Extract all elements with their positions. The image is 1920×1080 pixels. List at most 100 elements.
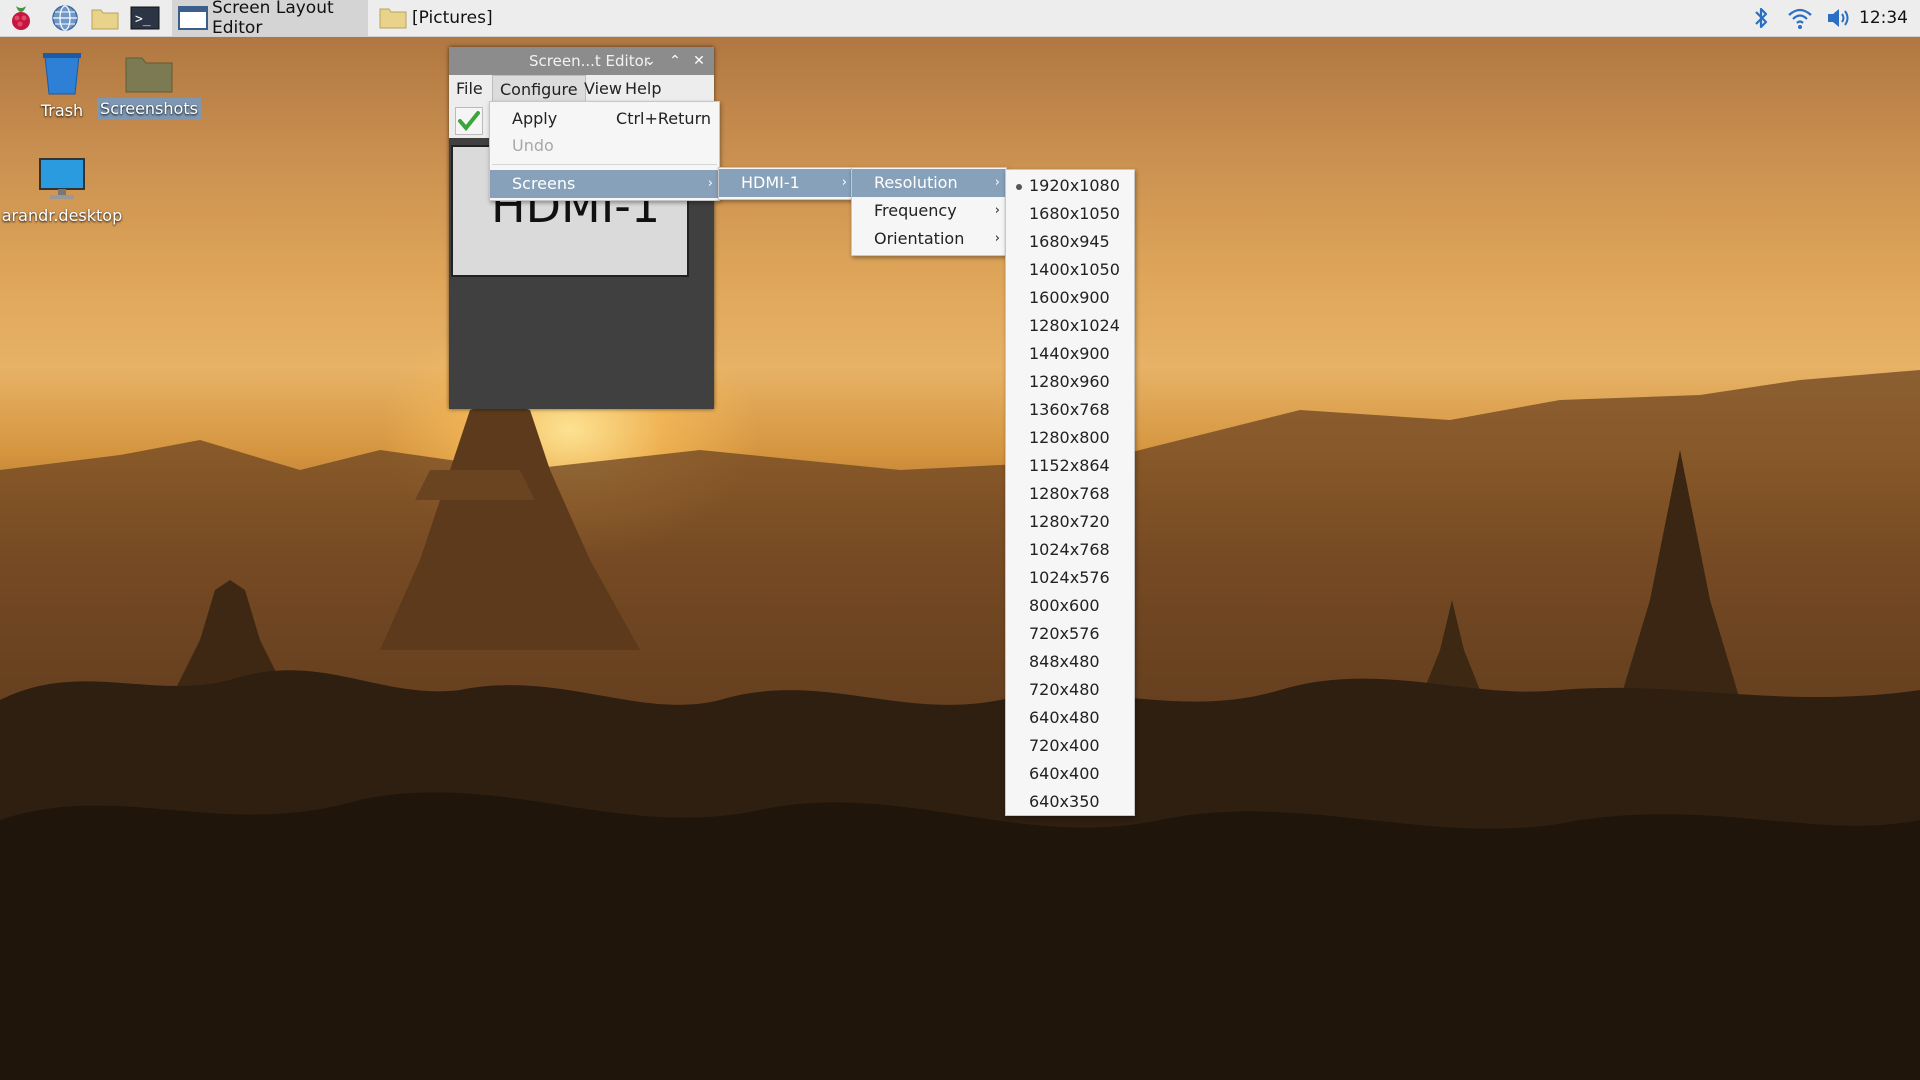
menu-item-frequency[interactable]: Frequency ›	[852, 197, 1006, 225]
file-manager-icon[interactable]	[90, 3, 120, 33]
resolution-option[interactable]: 848x480	[1006, 648, 1134, 676]
task-pictures[interactable]: [Pictures]	[372, 0, 572, 36]
configure-menu: Apply Ctrl+Return Undo Screens ›	[489, 101, 720, 201]
menubar: File Configure View Help	[449, 75, 714, 103]
desktop-wallpaper	[0, 0, 1920, 1080]
task-label: Screen Layout Editor	[212, 0, 334, 38]
screens-submenu: HDMI-1 ›	[718, 167, 854, 200]
chevron-right-icon: ›	[994, 231, 1000, 246]
resolution-label: 1280x960	[1029, 372, 1110, 391]
resolution-label: 1400x1050	[1029, 260, 1120, 279]
resolution-option[interactable]: 720x576	[1006, 620, 1134, 648]
resolution-label: 1440x900	[1029, 344, 1110, 363]
resolution-option[interactable]: 1440x900	[1006, 340, 1134, 368]
resolution-option[interactable]: 640x400	[1006, 760, 1134, 788]
close-icon[interactable]: ✕	[689, 51, 709, 71]
desktop-icon-label: Trash	[40, 101, 84, 120]
task-label: [Pictures]	[412, 8, 493, 28]
resolution-label: 1680x1050	[1029, 204, 1120, 223]
menu-item-orientation[interactable]: Orientation ›	[852, 225, 1006, 253]
terminal-icon[interactable]: >_	[130, 3, 160, 33]
menu-item-undo[interactable]: Undo	[490, 132, 719, 160]
raspberry-menu-icon[interactable]	[6, 3, 36, 33]
resolution-label: 640x480	[1029, 708, 1100, 727]
resolution-option[interactable]: 1024x576	[1006, 564, 1134, 592]
resolution-label: 1680x945	[1029, 232, 1110, 251]
window-title: Screen...t Editor	[529, 52, 650, 70]
resolution-label: 720x400	[1029, 736, 1100, 755]
resolution-option[interactable]: 1680x1050	[1006, 200, 1134, 228]
chevron-right-icon: ›	[707, 176, 713, 191]
resolution-option[interactable]: 1920x1080	[1006, 172, 1134, 200]
window-icon	[178, 4, 208, 32]
resolution-label: 800x600	[1029, 596, 1100, 615]
menu-configure[interactable]: Configure	[492, 75, 586, 103]
resolution-option[interactable]: 1024x768	[1006, 536, 1134, 564]
resolution-label: 1600x900	[1029, 288, 1110, 307]
resolution-option[interactable]: 1280x720	[1006, 508, 1134, 536]
landscape-silhouette	[0, 370, 1920, 1080]
chevron-right-icon: ›	[994, 175, 1000, 190]
trash-icon	[43, 53, 81, 95]
resolution-option[interactable]: 720x480	[1006, 676, 1134, 704]
resolution-option[interactable]: 640x480	[1006, 704, 1134, 732]
svg-text:>_: >_	[135, 12, 151, 27]
menu-item-resolution[interactable]: Resolution ›	[852, 169, 1006, 197]
menu-separator	[492, 164, 717, 165]
resolution-option[interactable]: 1360x768	[1006, 396, 1134, 424]
resolution-label: 720x576	[1029, 624, 1100, 643]
menu-item-hdmi1[interactable]: HDMI-1 ›	[719, 169, 853, 197]
chevron-right-icon: ›	[994, 203, 1000, 218]
resolution-label: 1280x720	[1029, 512, 1110, 531]
bluetooth-icon[interactable]	[1748, 5, 1774, 31]
maximize-icon[interactable]: ⌃	[665, 51, 685, 71]
resolution-label: 848x480	[1029, 652, 1100, 671]
minimize-icon[interactable]: ⌄	[640, 51, 660, 71]
resolution-option[interactable]: 1680x945	[1006, 228, 1134, 256]
web-browser-icon[interactable]	[50, 3, 80, 33]
resolution-option[interactable]: 1280x1024	[1006, 312, 1134, 340]
resolution-submenu: 1920x1080 1680x1050 1680x945 1400x1050 1600x…	[1005, 169, 1135, 816]
desktop-icon-screenshots[interactable]: Screenshots	[94, 52, 204, 119]
resolution-label: 1024x768	[1029, 540, 1110, 559]
resolution-label: 1360x768	[1029, 400, 1110, 419]
resolution-label: 1280x800	[1029, 428, 1110, 447]
task-screen-layout-editor[interactable]: Screen Layout Editor	[172, 0, 368, 38]
radio-selected-icon	[1016, 184, 1022, 190]
chevron-right-icon: ›	[841, 175, 847, 190]
resolution-label: 640x350	[1029, 792, 1100, 811]
output-submenu: Resolution › Frequency › Orientation ›	[851, 167, 1007, 256]
resolution-option[interactable]: 1600x900	[1006, 284, 1134, 312]
resolution-option[interactable]: 1280x800	[1006, 424, 1134, 452]
desktop-icon-label: arandr.desktop	[1, 206, 123, 225]
monitor-icon	[39, 158, 85, 199]
volume-icon[interactable]	[1825, 5, 1851, 31]
resolution-option[interactable]: 1400x1050	[1006, 256, 1134, 284]
resolution-label: 1920x1080	[1029, 176, 1120, 195]
window-titlebar[interactable]: Screen...t Editor ⌄ ⌃ ✕	[449, 47, 714, 75]
checkmark-icon	[458, 111, 480, 132]
resolution-label: 640x400	[1029, 764, 1100, 783]
resolution-option[interactable]: 1280x768	[1006, 480, 1134, 508]
apply-shortcut: Ctrl+Return	[616, 109, 711, 128]
menu-help[interactable]: Help	[618, 75, 668, 103]
resolution-option[interactable]: 1280x960	[1006, 368, 1134, 396]
desktop-icon-arandr[interactable]: arandr.desktop	[2, 155, 122, 226]
apply-button[interactable]	[455, 107, 483, 135]
menu-item-apply[interactable]: Apply Ctrl+Return	[490, 105, 719, 133]
resolution-option[interactable]: 800x600	[1006, 592, 1134, 620]
clock[interactable]: 12:34	[1859, 0, 1908, 36]
wifi-icon[interactable]	[1787, 5, 1813, 31]
resolution-option[interactable]: 640x350	[1006, 788, 1134, 816]
menu-item-screens[interactable]: Screens ›	[490, 170, 719, 198]
resolution-label: 720x480	[1029, 680, 1100, 699]
resolution-option[interactable]: 1152x864	[1006, 452, 1134, 480]
resolution-label: 1280x1024	[1029, 316, 1120, 335]
menu-file[interactable]: File	[449, 75, 490, 103]
taskbar: >_ Screen Layout Editor [Pictures] 12:34	[0, 0, 1920, 38]
desktop-icon-label: Screenshots	[97, 98, 201, 119]
resolution-option[interactable]: 720x400	[1006, 732, 1134, 760]
resolution-label: 1280x768	[1029, 484, 1110, 503]
resolution-label: 1024x576	[1029, 568, 1110, 587]
resolution-label: 1152x864	[1029, 456, 1110, 475]
